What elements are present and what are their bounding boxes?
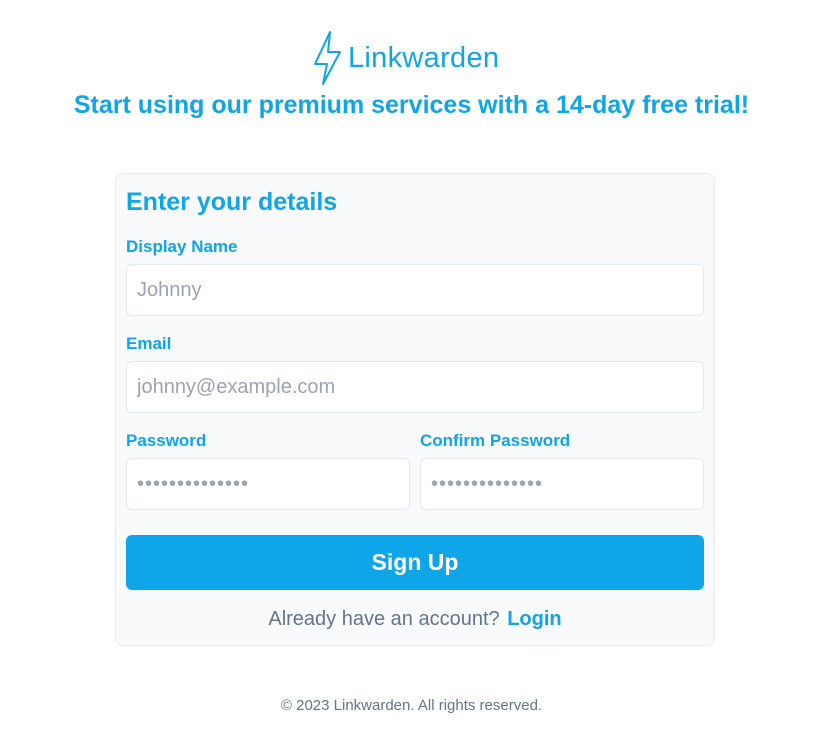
confirm-password-input[interactable] [420, 458, 704, 510]
form-title: Enter your details [126, 188, 338, 216]
brand-logo: Linkwarden [310, 29, 499, 86]
footer-copyright: © 2023 Linkwarden. All rights reserved. [280, 697, 543, 714]
login-link[interactable]: Login [507, 608, 561, 630]
display-name-input[interactable] [126, 264, 704, 316]
page-headline: Start using our premium services with a … [73, 91, 750, 119]
lightning-bolt-icon [314, 30, 341, 85]
email-label: Email [126, 334, 172, 353]
confirm-password-label: Confirm Password [420, 431, 571, 450]
sign-up-button[interactable]: Sign Up [126, 535, 704, 590]
login-prompt-text: Already have an account? [268, 608, 500, 630]
signup-form: Enter your details Display Name Email Pa… [115, 173, 715, 646]
password-input[interactable] [126, 458, 410, 510]
display-name-label: Display Name [126, 237, 238, 256]
brand-name: Linkwarden [348, 42, 500, 74]
email-input[interactable] [126, 361, 704, 413]
password-label: Password [126, 431, 207, 450]
signup-page: Linkwarden Start using our premium servi… [0, 0, 823, 738]
login-prompt-row: Already have an account? Login [116, 608, 714, 631]
